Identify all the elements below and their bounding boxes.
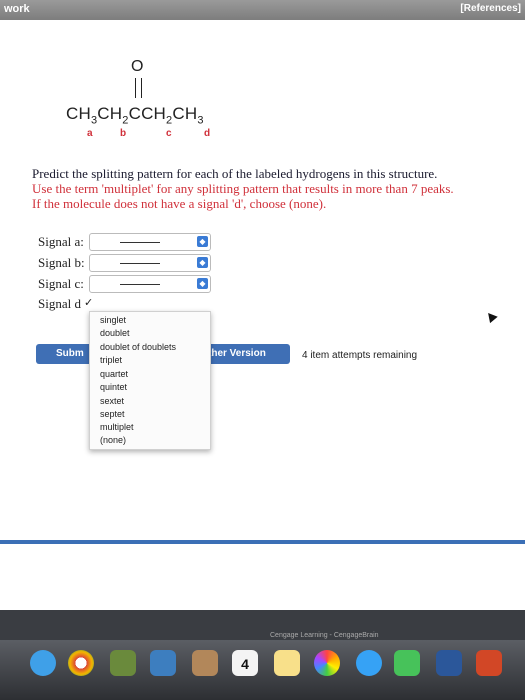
- molecule-structure: O CH3CH2CCH2CH3 a b c d: [66, 58, 266, 148]
- select-arrows-icon: ◆: [197, 236, 208, 247]
- option-septet[interactable]: septet: [100, 409, 125, 419]
- calendar-day: 4: [241, 656, 249, 672]
- submit-button[interactable]: Subm: [36, 344, 92, 364]
- signal-c-select[interactable]: ◆: [89, 275, 211, 293]
- molecule-formula: CH3CH2CCH2CH3: [66, 104, 204, 127]
- label-a: a: [87, 128, 93, 139]
- photo-app-icon[interactable]: [110, 650, 136, 676]
- option-multiplet[interactable]: multiplet: [100, 422, 134, 432]
- option-doublet[interactable]: doublet: [100, 328, 130, 338]
- signal-row-a: Signal a: ◆: [38, 233, 218, 251]
- signal-a-select[interactable]: ◆: [89, 233, 211, 251]
- signal-d-label: Signal d: [38, 296, 81, 311]
- notes-icon[interactable]: [274, 650, 300, 676]
- signal-row-c: Signal c: ◆: [38, 275, 218, 293]
- word-icon[interactable]: [436, 650, 462, 676]
- oxygen-atom: O: [131, 58, 144, 75]
- signal-b-select[interactable]: ◆: [89, 254, 211, 272]
- messages-icon[interactable]: [356, 650, 382, 676]
- option-singlet[interactable]: singlet: [100, 315, 126, 325]
- instructions: Predict the splitting pattern for each o…: [32, 166, 502, 211]
- browser-viewport: work [References] O CH3CH2CCH2CH3 a b c …: [0, 0, 525, 610]
- image-capture-icon[interactable]: [150, 650, 176, 676]
- checkmark-icon: ✓: [84, 297, 94, 309]
- signal-b-label: Signal b:: [38, 255, 85, 270]
- attempts-remaining: 4 item attempts remaining: [302, 350, 418, 361]
- signal-d-dropdown-menu[interactable]: singlet doublet doublet of doublets trip…: [89, 311, 211, 450]
- label-c: c: [166, 128, 172, 139]
- topbar-title: work: [4, 3, 30, 15]
- powerpoint-icon[interactable]: [476, 650, 502, 676]
- double-bond: [135, 78, 142, 98]
- option-quartet[interactable]: quartet: [100, 369, 128, 379]
- signal-row-b: Signal b: ◆: [38, 254, 218, 272]
- option-doublet-of-doublets[interactable]: doublet of doublets: [100, 342, 176, 352]
- select-arrows-icon: ◆: [197, 278, 208, 289]
- top-bar: work [References]: [0, 0, 525, 20]
- safari-icon[interactable]: [30, 650, 56, 676]
- footer-strip: [0, 540, 525, 544]
- option-quintet[interactable]: quintet: [100, 382, 127, 392]
- option-triplet[interactable]: triplet: [100, 355, 122, 365]
- contacts-icon[interactable]: [192, 650, 218, 676]
- label-b: b: [120, 128, 127, 139]
- dock-window-title: Cengage Learning - CengageBrain: [270, 632, 379, 639]
- chrome-icon[interactable]: [68, 650, 94, 676]
- label-d: d: [204, 128, 211, 139]
- facetime-icon[interactable]: [394, 650, 420, 676]
- photos-icon[interactable]: [314, 650, 340, 676]
- mouse-cursor-icon: [484, 309, 498, 324]
- instruction-line-3: If the molecule does not have a signal '…: [32, 196, 327, 211]
- signal-a-label: Signal a:: [38, 234, 84, 249]
- another-version-button[interactable]: ther Version: [200, 344, 290, 364]
- signal-c-label: Signal c:: [38, 276, 84, 291]
- option-sextet[interactable]: sextet: [100, 396, 124, 406]
- instruction-line-2: Use the term 'multiplet' for any splitti…: [32, 181, 454, 196]
- option-none[interactable]: (none): [100, 435, 126, 445]
- instruction-line-1: Predict the splitting pattern for each o…: [32, 166, 438, 181]
- references-link[interactable]: [References]: [460, 3, 521, 14]
- screen-bezel: [0, 610, 525, 640]
- select-arrows-icon: ◆: [197, 257, 208, 268]
